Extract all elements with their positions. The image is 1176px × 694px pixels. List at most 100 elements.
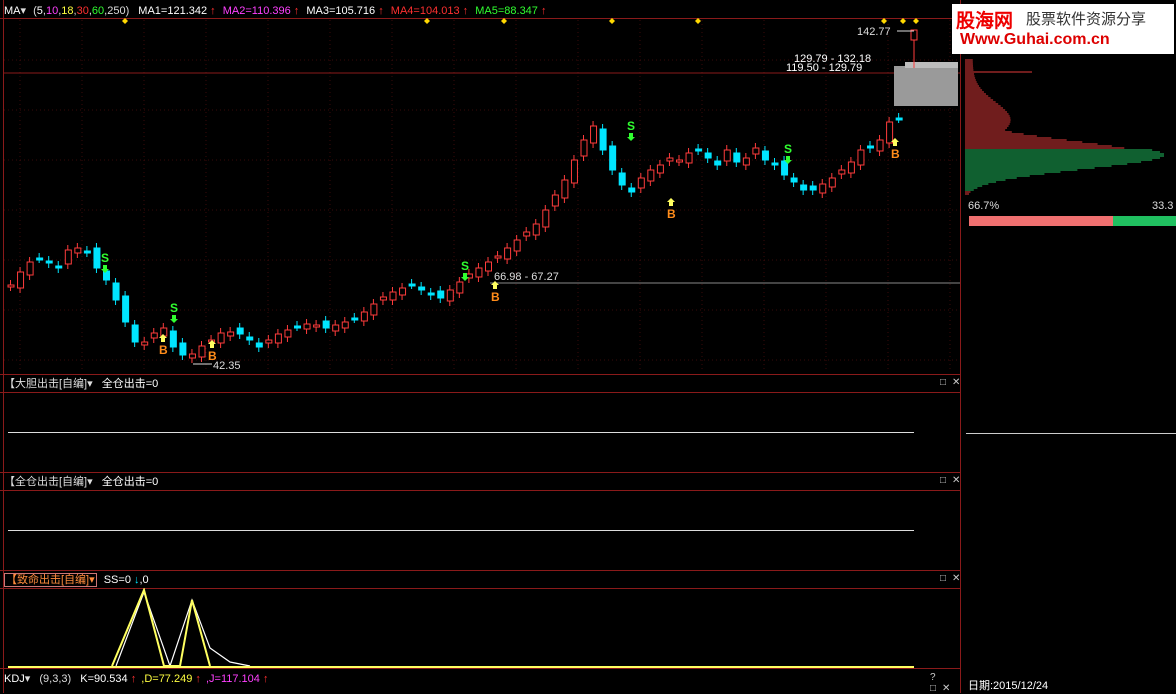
sell-signal-marker: S — [170, 301, 178, 315]
candle-body — [160, 327, 168, 337]
candle-body — [246, 336, 254, 341]
candle-body — [332, 324, 340, 332]
candle-body — [761, 150, 769, 161]
panel1-formula: 全仓出击=0 — [101, 378, 159, 390]
candle-body — [188, 353, 196, 359]
kdj-k: K=90.534 — [80, 673, 128, 685]
candle-body — [36, 257, 44, 261]
candle-body — [695, 148, 703, 152]
down-arrow-icon — [627, 133, 635, 141]
kdj-header: KDJ▾ (9,3,3) K=90.534 ↑ ,D=77.249 ↑ ,J=1… — [4, 671, 268, 687]
down-arrow-icon: ↓ — [130, 574, 140, 586]
panel3-extra: ,0 — [139, 574, 149, 586]
candle-body — [169, 330, 177, 348]
candle-body — [93, 247, 101, 269]
candle-body — [637, 177, 645, 189]
candle-body — [618, 172, 626, 186]
candle-body — [580, 139, 588, 157]
candle-body — [867, 145, 874, 149]
candle-body — [513, 239, 521, 252]
side-divider — [966, 433, 1176, 434]
maximize-icon[interactable]: □ — [930, 683, 936, 694]
buy-signal-marker: B — [891, 147, 900, 161]
diamond-marker — [881, 18, 887, 24]
candle-body — [399, 287, 407, 296]
candle-body — [704, 152, 712, 159]
watermark-url: Www.Guhai.com.cn — [960, 31, 1110, 48]
high-price-label: 142.77 — [857, 26, 891, 38]
candle-body — [83, 250, 91, 254]
panel3-top-border — [0, 570, 960, 571]
candle-body — [590, 125, 598, 144]
diamond-marker — [424, 18, 430, 24]
maximize-icon[interactable]: □ — [940, 377, 946, 388]
maximize-icon[interactable]: □ — [940, 475, 946, 486]
candle-body — [733, 152, 741, 163]
close-icon[interactable]: ✕ — [952, 377, 960, 388]
loss-ratio-label: 33.3 — [1152, 200, 1174, 212]
candle-body — [570, 159, 578, 184]
maximize-icon[interactable]: □ — [940, 573, 946, 584]
watermark-brand: 股海网 — [956, 11, 1014, 32]
candle-body — [217, 332, 225, 344]
candle-body — [685, 152, 693, 164]
panel1-title[interactable]: 【大胆出击[自编]▾ — [4, 378, 93, 390]
profit-ratio-label: 66.7% — [968, 200, 1000, 212]
up-arrow-icon: ↑ — [127, 673, 137, 685]
help-icon[interactable]: ? — [930, 672, 936, 683]
diamond-marker — [609, 18, 615, 24]
candle-body — [838, 169, 846, 175]
candle-body — [265, 339, 273, 344]
sell-signal-marker: S — [784, 142, 792, 156]
candle-body — [609, 145, 617, 171]
volume-profile-block — [894, 66, 958, 106]
candle-body — [7, 284, 15, 288]
candle-body — [752, 147, 760, 155]
candle-body — [322, 320, 330, 329]
kdj-top-border — [0, 668, 960, 669]
panel2-zero-line — [8, 530, 914, 531]
panel2-header-border — [0, 490, 960, 491]
panel2-top-border — [0, 472, 960, 473]
close-icon[interactable]: ✕ — [952, 573, 960, 584]
candle-body — [351, 317, 359, 321]
panel3-formula: SS=0 — [103, 574, 131, 586]
candle-body — [542, 209, 550, 228]
date-label: 日期:2015/12/24 — [968, 680, 1049, 692]
low-price-label: 42.35 — [213, 360, 241, 372]
candle-body — [122, 295, 130, 323]
sell-signal-marker: S — [627, 119, 635, 133]
candle-body — [886, 121, 894, 144]
range-label-2: 119.50 - 129.79 — [786, 62, 862, 74]
candle-body — [131, 324, 139, 343]
close-icon[interactable]: ✕ — [942, 683, 950, 694]
panel3-controls: □ ✕ — [934, 573, 960, 584]
kdj-params: (9,3,3) — [39, 673, 72, 685]
panel2-title[interactable]: 【全仓出击[自编]▾ — [4, 476, 93, 488]
panel1-header: 【大胆出击[自编]▾ 全仓出击=0 — [4, 376, 158, 392]
candle-body — [360, 311, 368, 322]
watermark-slogan: 股票软件资源分享 — [1026, 10, 1147, 28]
buy-signal-marker: B — [491, 290, 500, 304]
kdj-j: ,J=117.104 — [205, 673, 260, 685]
event-markers-row — [122, 18, 919, 24]
panel3-chart — [8, 588, 914, 668]
up-arrow-icon: ↑ — [259, 673, 269, 685]
candle-body — [303, 323, 311, 330]
candle-body — [742, 157, 750, 166]
volume-profile-block-top — [905, 62, 958, 68]
candle-body — [628, 187, 636, 193]
range-label-3: 66.98 - 67.27 — [494, 271, 559, 283]
candle-body — [26, 261, 34, 276]
candle-body — [112, 282, 120, 301]
close-icon[interactable]: ✕ — [952, 475, 960, 486]
chart-right-border — [960, 0, 961, 693]
diamond-marker — [900, 18, 906, 24]
candle-body — [771, 162, 779, 166]
kdj-selector[interactable]: KDJ▾ — [4, 673, 30, 685]
candle-body — [17, 271, 25, 289]
panel3-title[interactable]: 【致命出击[自编]▾ — [4, 573, 97, 587]
candle-body — [847, 161, 855, 174]
candle-body — [504, 247, 512, 260]
candle-body — [418, 286, 426, 291]
